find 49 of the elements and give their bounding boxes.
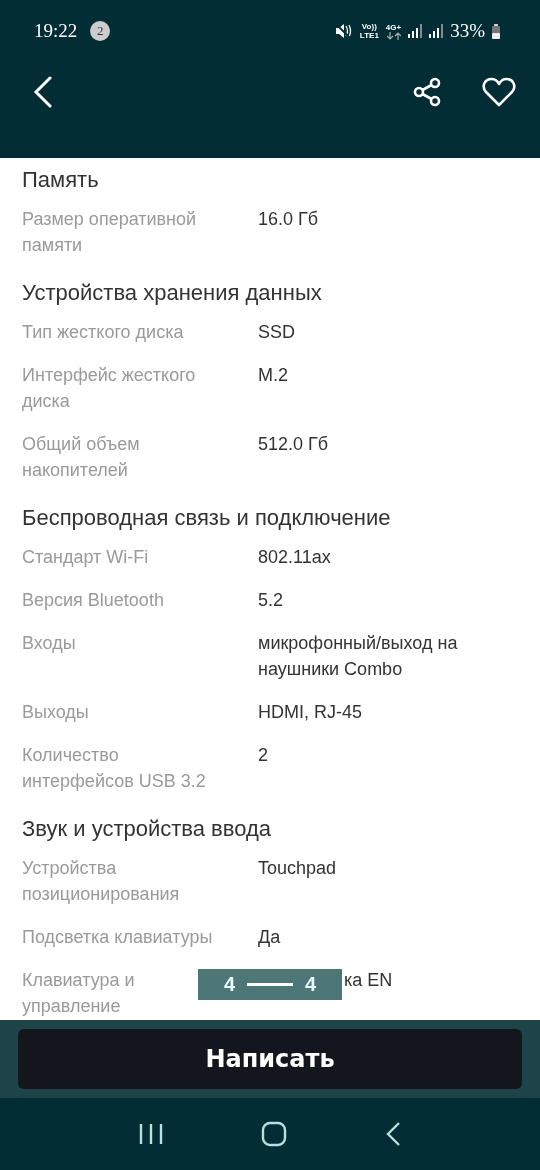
home-icon[interactable] [261,1121,287,1147]
page-number: 4 [305,973,317,996]
spec-label: Тип жесткого диска [22,321,185,344]
battery-percent: 33% [450,20,485,42]
battery-icon [492,23,500,39]
spec-value: M.2 [258,364,288,387]
spec-value: HDMI, RJ-45 [258,701,362,724]
back-icon[interactable] [32,76,54,108]
section-heading: Беспроводная связь и подключение [22,504,392,532]
section-heading: Память [22,166,100,194]
dash-icon [247,983,293,986]
section-heading: Устройства хранения данных [22,279,323,307]
page-number: 4 [223,973,235,996]
spec-label: Количество интерфейсов USB 3.2 [22,744,207,793]
share-icon[interactable] [412,77,442,107]
spec-value: 5.2 [258,589,284,612]
write-button[interactable]: Написать [18,1029,522,1089]
section-heading: Звук и устройства ввода [22,815,273,843]
spec-value: Да [258,926,281,949]
signal-icon [429,24,444,38]
back-icon[interactable] [385,1121,401,1147]
signal-icon [408,24,423,38]
spec-label: Стандарт Wi-Fi [22,546,150,569]
notification-count: 2 [90,21,111,41]
spec-label: Размер оперативной памяти [22,208,198,257]
spec-value: микрофонный/выход на наушники Combo [258,632,459,681]
spec-label: Интерфейс жесткого диска [22,364,197,413]
mute-icon [334,23,353,39]
spec-label: Входы [22,632,77,655]
spec-value: ка EN [344,969,393,992]
spec-value: 512.0 Гб [258,433,329,456]
data-arrows-icon [386,31,401,40]
network-label: 4G+ [385,22,402,32]
spec-value: 802.11ax [258,546,331,569]
spec-value: 16.0 Гб [258,208,319,231]
lte-label: LTE1 [359,31,379,40]
spec-value: SSD [258,321,295,344]
spec-label: Устройства позиционирования [22,857,181,906]
spec-label: Выходы [22,701,90,724]
recent-apps-icon[interactable] [139,1123,163,1145]
volte-label: Vo)) [361,22,377,31]
spec-label: Подсветка клавиатуры [22,926,214,949]
heart-icon[interactable] [482,77,516,107]
spec-label: Общий объем накопителей [22,433,141,482]
spec-label: Клавиатура и управление [22,969,136,1018]
spec-value: 2 [258,744,268,767]
status-time: 19:22 [34,20,78,42]
spec-value: Touchpad [258,857,337,880]
spec-label: Версия Bluetooth [22,589,165,612]
